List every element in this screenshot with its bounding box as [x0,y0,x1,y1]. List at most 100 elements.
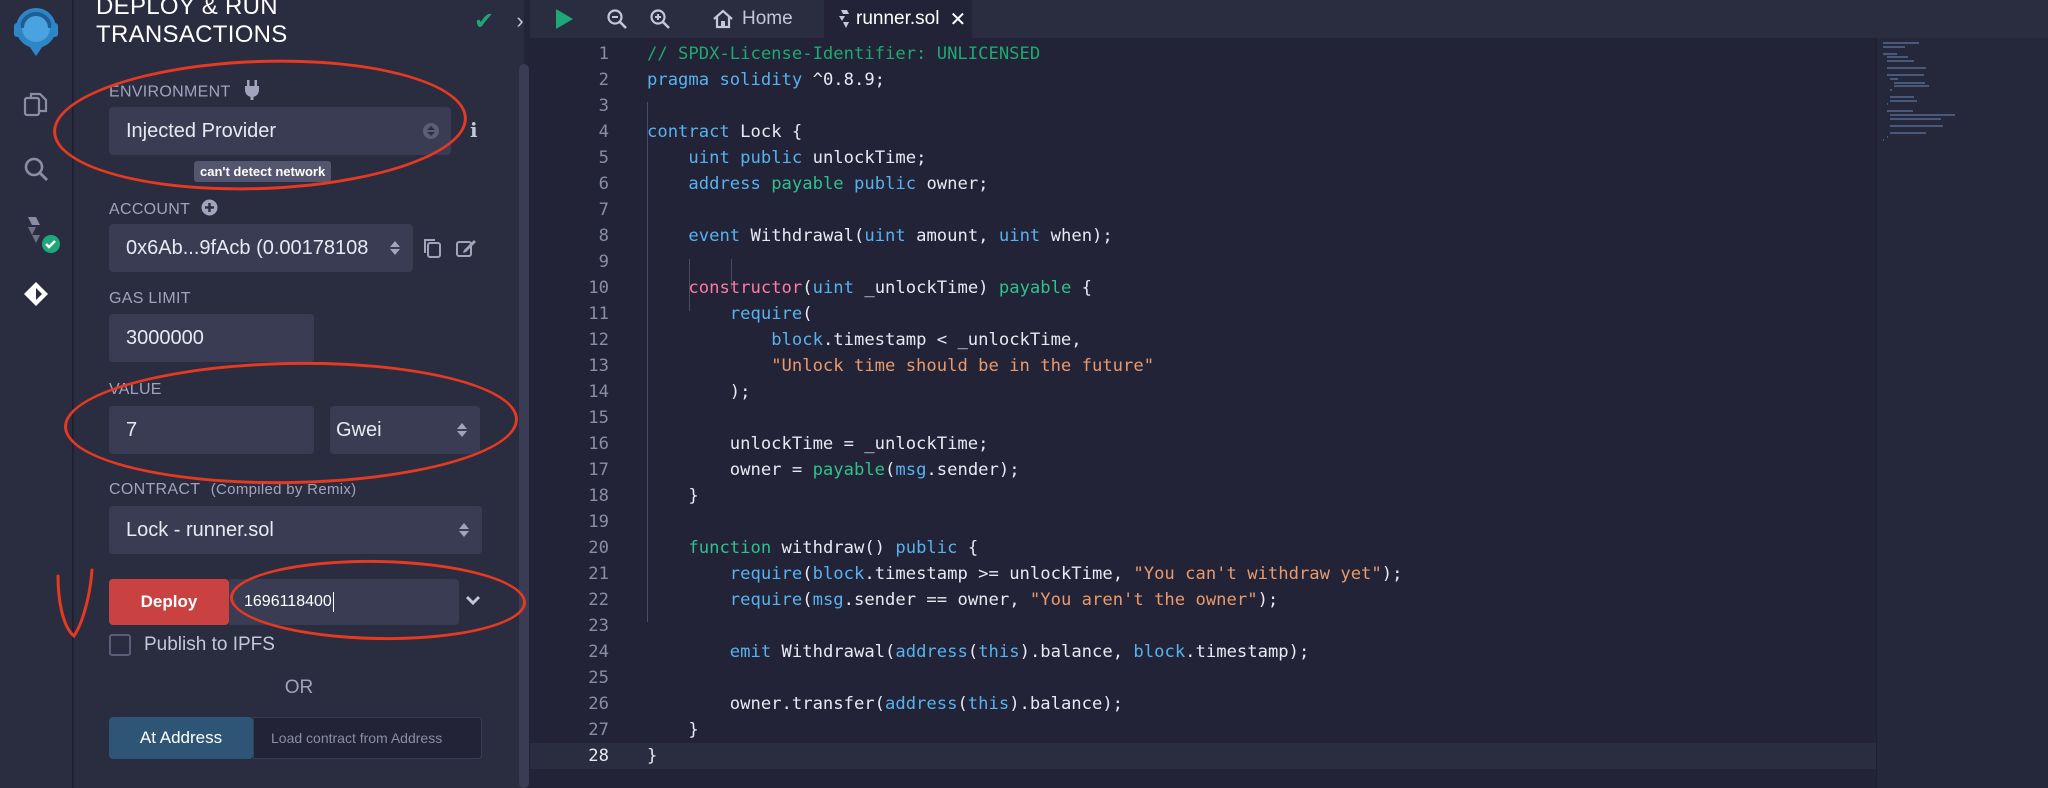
code-line[interactable]: 27 } [530,717,1876,743]
select-arrows-icon [389,241,401,255]
code-line[interactable]: 16 unlockTime = _unlockTime; [530,431,1876,457]
minimap-line [1883,139,1884,142]
code-line[interactable]: 17 owner = payable(msg.sender); [530,457,1876,483]
code-text: } [647,486,699,506]
minimap-line [1886,135,1888,138]
editor-minimap[interactable] [1876,38,2048,788]
code-line[interactable]: 11 require( [530,301,1876,327]
code-text: } [647,746,658,766]
annotation-checkmark [56,568,94,639]
minimap-line [1893,81,1926,84]
code-line[interactable]: 5 uint public unlockTime; [530,145,1876,171]
info-icon[interactable]: i [470,118,478,142]
code-line[interactable]: 20 function withdraw() public { [530,535,1876,561]
line-number: 27 [588,720,609,740]
code-text: ); [647,382,751,402]
code-line[interactable]: 15 [530,405,1876,431]
minimap-line [1890,132,1927,134]
code-line[interactable]: 6 address payable public owner; [530,171,1876,197]
panel-scrollbar[interactable] [519,64,529,788]
panel-title-text: DEPLOY & RUN TRANSACTIONS [96,0,288,48]
code-line[interactable]: 23 [530,613,1876,639]
code-line[interactable]: 14 ); [530,379,1876,405]
minimap-line [1890,99,1917,102]
code-line[interactable]: 13 "Unlock time should be in the future" [530,353,1876,379]
code-line[interactable]: 7 [530,197,1876,223]
code-line[interactable]: 10 constructor(uint _unlockTime) payable… [530,275,1876,301]
code-line[interactable]: 8 event Withdrawal(uint amount, uint whe… [530,223,1876,249]
solidity-compiler-icon[interactable] [18,213,62,257]
code-text: unlockTime = _unlockTime; [647,434,989,454]
gas-limit-label: GAS LIMIT [109,290,191,307]
gas-limit-input[interactable]: 3000000 [109,314,314,362]
minimap-line [1890,88,1893,91]
code-line[interactable]: 12 block.timestamp < _unlockTime, [530,327,1876,353]
play-icon[interactable] [554,0,574,38]
code-line[interactable]: 22 require(msg.sender == owner, "You are… [530,587,1876,613]
select-arrows-icon [458,523,470,537]
panel-title: DEPLOY & RUN TRANSACTIONS ✔ › [96,0,524,48]
code-line[interactable]: 4 contract Lock { [530,119,1876,145]
publish-ipfs-checkbox[interactable] [109,634,131,656]
code-line[interactable]: 18 } [530,483,1876,509]
code-text: owner.transfer(address(this).balance); [647,694,1124,714]
code-text: require( [729,304,813,324]
minimap-line [1886,110,1914,113]
minimap-line [1883,52,1898,55]
minimap-line [1890,124,1944,127]
code-line[interactable]: 1 // SPDX-License-Identifier: UNLICENSED [530,41,1876,67]
code-line[interactable]: 24 emit Withdrawal(address(this).balance… [530,639,1876,665]
deploy-run-icon[interactable] [18,276,54,312]
minimap-line [1890,117,1941,120]
load-address-placeholder: Load contract from Address [271,730,443,746]
account-value: 0x6Ab...9fAcb (0.00178108 [126,236,369,259]
search-icon[interactable] [18,151,54,187]
edit-icon[interactable] [455,237,477,264]
line-number: 2 [598,70,609,90]
code-line[interactable]: 3 [530,93,1876,119]
code-line[interactable]: 26 owner.transfer(address(this).balance)… [530,691,1876,717]
account-label-text: ACCOUNT [109,201,190,219]
code-text: // SPDX-License-Identifier: UNLICENSED [647,44,1041,64]
chevron-right-icon[interactable]: › [516,8,524,34]
minimap-line [1890,96,1914,98]
code-text: contract Lock { [647,122,803,142]
line-number: 25 [588,668,609,688]
minimap-line [1883,45,1905,48]
deploy-button[interactable]: Deploy [109,579,229,625]
close-icon[interactable]: ✕ [949,7,966,32]
copy-icon[interactable] [422,237,442,264]
minimap-line [1886,103,1888,106]
plus-circle-icon[interactable] [201,199,218,221]
code-text: uint public unlockTime; [688,148,927,168]
zoom-in-icon[interactable] [649,0,671,38]
code-line[interactable]: 21 require(block.timestamp >= unlockTime… [530,561,1876,587]
code-line[interactable]: 9 [530,249,1876,275]
code-text: block.timestamp < _unlockTime, [771,330,1082,350]
remix-logo-icon[interactable] [5,3,67,57]
code-line[interactable]: 25 [530,665,1876,691]
code-line[interactable]: 28} [530,743,1876,769]
minimap-line [1890,78,1898,80]
line-number: 7 [598,200,609,220]
tab-home[interactable]: Home [698,0,807,38]
account-select[interactable]: 0x6Ab...9fAcb (0.00178108 [109,224,413,272]
minimap-line [1886,60,1915,62]
file-explorer-icon[interactable] [18,86,54,122]
check-icon: ✔ [473,7,495,35]
code-line[interactable]: 19 [530,509,1876,535]
zoom-out-icon[interactable] [606,0,628,38]
load-address-input[interactable]: Load contract from Address [253,717,482,759]
line-number: 9 [598,252,609,272]
line-number: 22 [588,590,609,610]
home-icon [712,8,734,30]
code-editor[interactable]: 1 // SPDX-License-Identifier: UNLICENSED 2… [530,38,1876,788]
minimap-line [1893,85,1929,88]
contract-label-text: CONTRACT [109,481,200,498]
code-text: event Withdrawal(uint amount, uint when)… [688,226,1113,246]
minimap-line [1886,56,1909,59]
tab-runner-sol[interactable]: runner.sol ✕ [824,0,972,38]
contract-select[interactable]: Lock - runner.sol [109,506,482,554]
code-line[interactable]: 2 pragma solidity ^0.8.9; [530,67,1876,93]
at-address-button[interactable]: At Address [109,717,253,759]
